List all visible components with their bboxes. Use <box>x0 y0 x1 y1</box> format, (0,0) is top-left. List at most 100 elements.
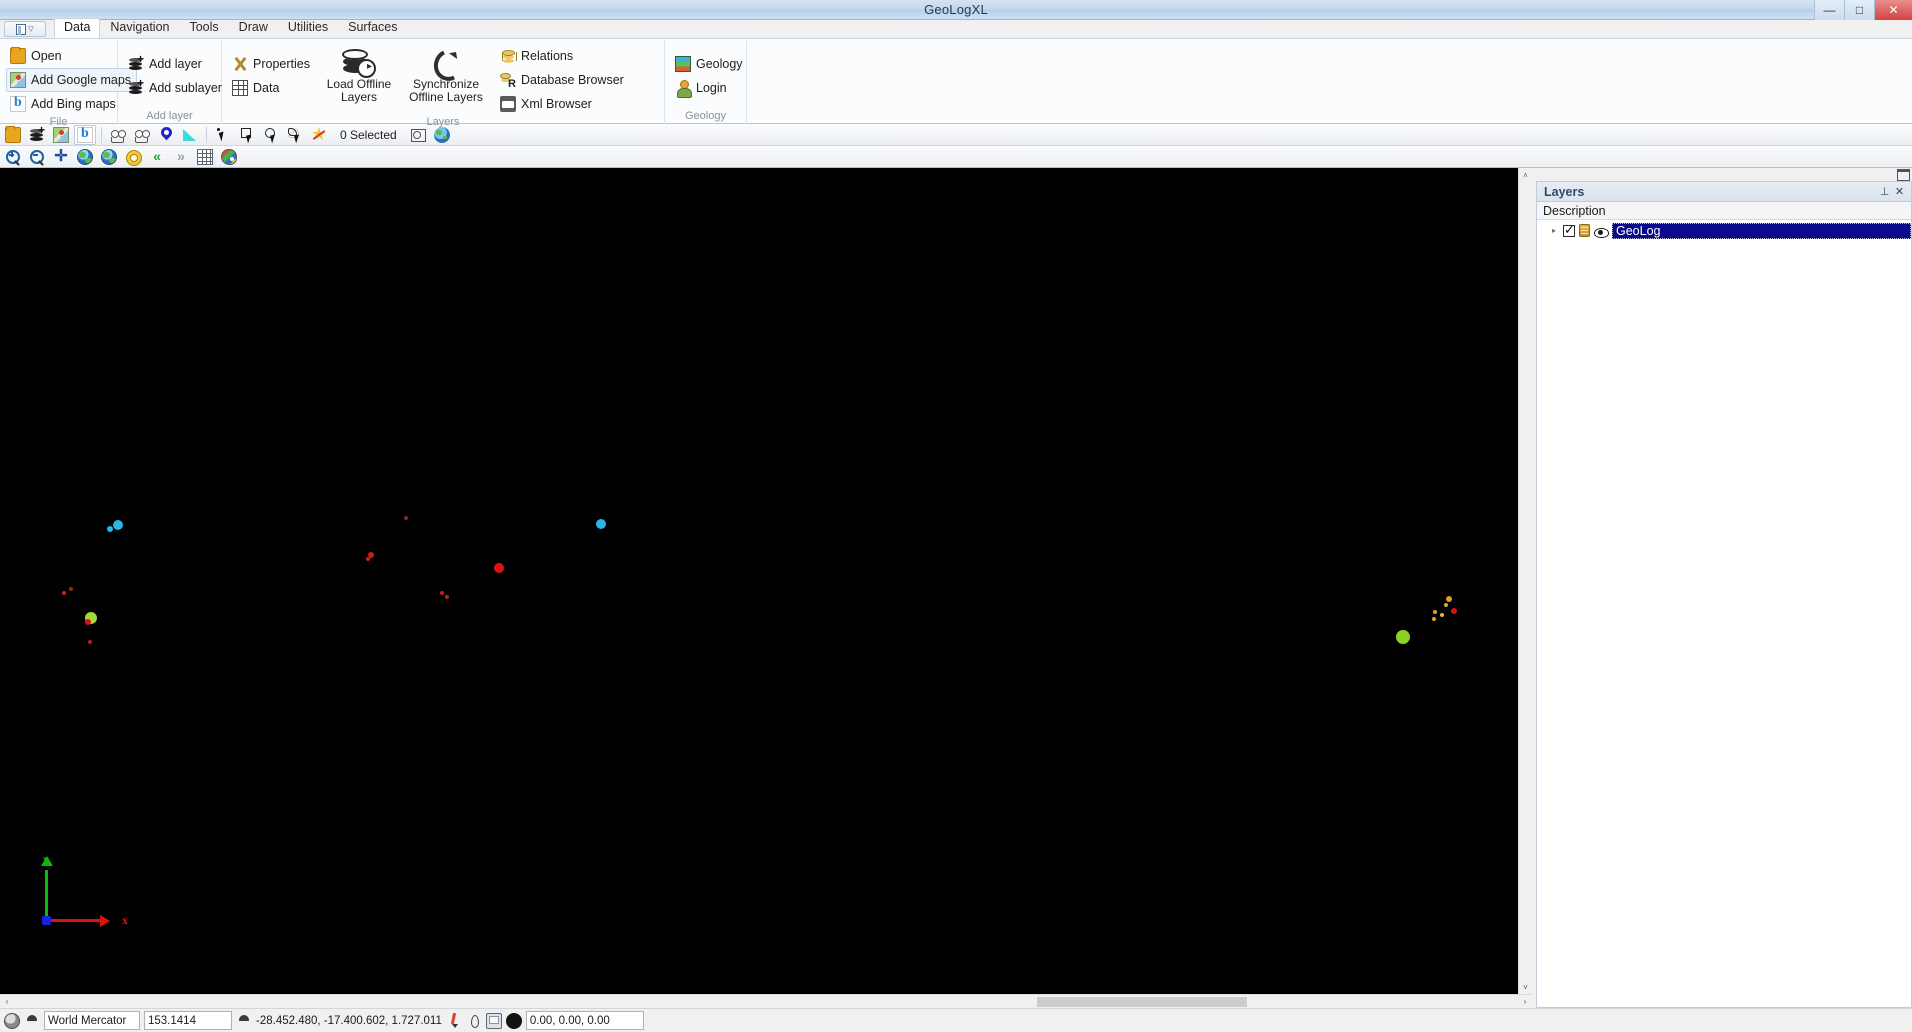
chevron-right-icon[interactable]: ▸ <box>1549 226 1559 235</box>
data-point[interactable] <box>403 515 408 520</box>
bing-maps-icon <box>10 95 26 112</box>
pan-button[interactable]: ✛ <box>50 147 72 167</box>
ribbon-load-offline-layers-label: Load Offline Layers <box>326 77 392 104</box>
tab-navigation[interactable]: Navigation <box>100 18 179 38</box>
tab-utilities[interactable]: Utilities <box>278 18 338 38</box>
3d-viewport[interactable]: y x <box>0 168 1518 994</box>
axis-y-line <box>45 870 48 922</box>
measure-button[interactable] <box>179 125 201 145</box>
ribbon-add-layer-button[interactable]: Add layer <box>124 52 228 76</box>
data-point[interactable] <box>439 590 444 595</box>
ribbon-database-browser-label: Database Browser <box>520 73 624 87</box>
settings-button[interactable] <box>122 147 144 167</box>
scroll-down-button[interactable]: ˅ <box>1519 980 1533 994</box>
tab-draw[interactable]: Draw <box>229 18 278 38</box>
database-browser-icon <box>499 72 516 90</box>
status-bar: World Mercator 153.1414 -28.452.480, -17… <box>0 1008 1912 1032</box>
viewport-vertical-scrollbar[interactable]: ˄ ˅ <box>1518 168 1533 994</box>
move-arrows-icon: ✛ <box>54 147 68 165</box>
ribbon-add-sublayer-button[interactable]: Add sublayer <box>124 76 228 100</box>
color-palette-button[interactable] <box>218 147 240 167</box>
chevron-down-icon[interactable]: ▽ <box>28 25 33 33</box>
ribbon-group-file: Open Add Google maps Add Bing maps File <box>0 41 138 128</box>
data-point[interactable] <box>493 563 504 574</box>
data-point[interactable] <box>62 590 67 595</box>
projection-field[interactable]: World Mercator <box>44 1011 140 1030</box>
data-point[interactable] <box>444 594 449 599</box>
viewport-container: y x ˄ ˅ ‹ › <box>0 168 1533 1008</box>
data-point[interactable] <box>69 586 74 591</box>
ribbon-geology-button[interactable]: Geology <box>671 52 749 76</box>
tab-data[interactable]: Data <box>54 18 101 38</box>
grid-toggle-button[interactable] <box>194 147 216 167</box>
tab-surfaces[interactable]: Surfaces <box>338 18 407 38</box>
eye-icon[interactable] <box>1594 225 1609 238</box>
close-button[interactable]: ✕ <box>1874 0 1912 20</box>
triangle-ruler-icon <box>182 127 198 143</box>
data-point[interactable] <box>1439 612 1444 617</box>
globe-button[interactable] <box>74 147 96 167</box>
ribbon-group-layers: Properties Data ▸ Load Offline Layers Sy… <box>222 41 665 128</box>
layers-tree[interactable]: ▸ GeoLog <box>1537 220 1911 1007</box>
tab-tools[interactable]: Tools <box>179 18 228 38</box>
ribbon-database-browser-button[interactable]: Database Browser <box>496 68 630 92</box>
ribbon-relations-label: Relations <box>520 49 574 63</box>
pen-icon <box>446 1013 462 1029</box>
ribbon-filler <box>747 41 1912 123</box>
gear-icon <box>125 149 142 166</box>
data-point[interactable] <box>1443 602 1448 607</box>
data-point[interactable] <box>1395 630 1410 645</box>
data-point[interactable] <box>88 640 93 645</box>
data-point[interactable] <box>1432 609 1437 614</box>
globe-alt-button[interactable] <box>98 147 120 167</box>
grid-icon <box>197 148 213 165</box>
previous-view-button[interactable]: « <box>146 147 168 167</box>
ribbon-group-geology: Geology Login Geology <box>665 41 747 124</box>
properties-icon <box>232 56 248 72</box>
layer-visibility-checkbox[interactable] <box>1563 222 1575 238</box>
scroll-left-button[interactable]: ‹ <box>0 995 14 1009</box>
data-point[interactable] <box>1450 607 1457 614</box>
pin-icon[interactable]: ⊥ <box>1877 184 1892 199</box>
ribbon-login-button[interactable]: Login <box>671 76 749 100</box>
layers-column-header-description[interactable]: Description <box>1537 202 1911 220</box>
place-marker-button[interactable] <box>155 125 177 145</box>
zoom-in-button[interactable] <box>2 147 24 167</box>
data-point[interactable] <box>596 518 607 529</box>
scroll-up-button[interactable]: ˄ <box>1519 168 1533 182</box>
add-layer-icon <box>128 52 144 72</box>
minimize-button[interactable]: — <box>1814 0 1844 20</box>
list-item[interactable]: ▸ GeoLog <box>1537 222 1911 239</box>
horizontal-scroll-thumb[interactable] <box>1036 996 1248 1007</box>
data-point[interactable] <box>366 557 371 562</box>
close-icon[interactable]: ✕ <box>1892 184 1907 199</box>
restore-window-icon[interactable] <box>1897 168 1910 181</box>
title-bar: GeoLogXL — □ ✕ <box>0 0 1912 20</box>
data-point[interactable] <box>1431 616 1436 621</box>
next-view-button[interactable]: » <box>170 147 192 167</box>
scroll-right-button[interactable]: › <box>1518 995 1532 1009</box>
stereo-box-view-button[interactable] <box>131 125 153 145</box>
quick-access-toolbar[interactable]: ▽ <box>4 21 46 37</box>
scale-field[interactable]: 153.1414 <box>144 1011 232 1030</box>
data-point[interactable] <box>1445 595 1452 602</box>
data-point[interactable] <box>107 525 114 532</box>
ribbon-relations-button[interactable]: Relations <box>496 44 630 68</box>
horizontal-scroll-track[interactable] <box>14 995 1518 1009</box>
data-point[interactable] <box>85 618 92 625</box>
ribbon-data-button[interactable]: Data <box>228 76 316 100</box>
globe-icon <box>4 1012 20 1029</box>
ribbon-synchronize-offline-layers-button[interactable]: Synchronize Offline Layers <box>402 44 490 106</box>
goggles-box-icon <box>134 127 150 143</box>
rotation-field[interactable]: 0.00, 0.00, 0.00 <box>525 1011 644 1030</box>
zoom-out-button[interactable] <box>26 147 48 167</box>
vertical-scroll-track[interactable] <box>1518 182 1533 980</box>
ribbon-xml-browser-button[interactable]: Xml Browser <box>496 92 630 116</box>
zoom-out-icon <box>29 149 45 165</box>
ribbon-load-offline-layers-button[interactable]: ▸ Load Offline Layers <box>322 44 396 106</box>
data-point[interactable] <box>113 519 124 530</box>
ribbon-properties-button[interactable]: Properties <box>228 52 316 76</box>
layer-name-label[interactable]: GeoLog <box>1612 222 1911 239</box>
viewport-horizontal-scrollbar[interactable]: ‹ › <box>0 994 1532 1008</box>
maximize-button[interactable]: □ <box>1844 0 1874 20</box>
